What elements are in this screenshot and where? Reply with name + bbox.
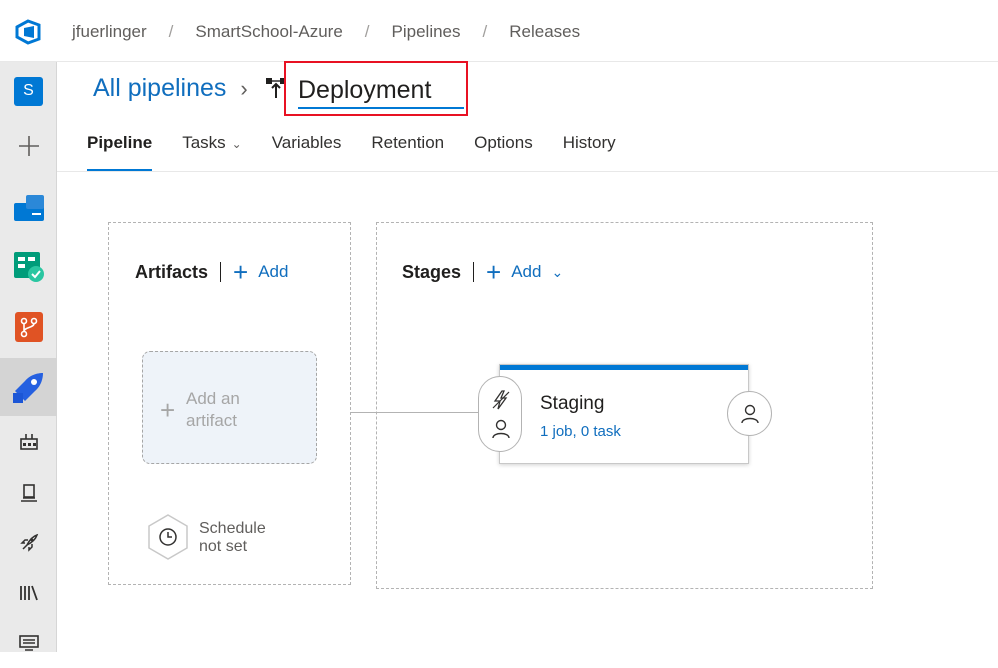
boards-icon (13, 252, 44, 282)
rail-project[interactable]: S (0, 66, 57, 116)
rail-new[interactable] (0, 121, 57, 171)
schedule-line1: Schedule (199, 520, 266, 537)
plus-icon: + (160, 395, 176, 425)
tab-label: Retention (371, 133, 445, 152)
tab-history[interactable]: History (563, 133, 616, 171)
schedule-clock-icon[interactable] (146, 513, 190, 561)
rail-task-groups[interactable] (0, 618, 57, 668)
tab-label: History (562, 133, 616, 152)
chevron-down-icon: ⌄ (231, 137, 242, 151)
person-icon (741, 404, 759, 424)
person-icon (492, 419, 510, 439)
tab-label: Variables (271, 133, 342, 152)
all-pipelines-link[interactable]: All pipelines (93, 74, 226, 103)
pipelines-icon (12, 373, 43, 403)
rocket-icon (19, 533, 38, 552)
rail-releases[interactable] (0, 518, 57, 568)
breadcrumb-separator: / (364, 22, 370, 41)
left-nav-rail: S (0, 62, 57, 652)
top-bar: jfuerlinger / SmartSchool-Azure / Pipeli… (0, 0, 998, 62)
project-avatar: S (14, 76, 43, 106)
tabs-divider (57, 171, 998, 172)
rail-boards[interactable] (0, 242, 57, 292)
pipeline-tabs: Pipeline Tasks ⌄ Variables Retention Opti… (87, 133, 646, 171)
add-artifact-text: Add an artifact (186, 388, 240, 432)
release-pipeline-icon (265, 77, 286, 98)
post-deployment-conditions[interactable] (727, 391, 772, 436)
azure-devops-logo-icon[interactable] (15, 19, 41, 45)
breadcrumb-item-org[interactable]: jfuerlinger (72, 22, 147, 42)
add-artifact-link[interactable]: + Add (233, 259, 288, 285)
plus-icon: + (233, 257, 249, 287)
tab-label: Options (474, 133, 533, 152)
pre-deployment-conditions[interactable] (478, 376, 522, 452)
pipeline-name-input[interactable] (298, 73, 464, 109)
add-label: Add (511, 262, 542, 281)
tab-variables[interactable]: Variables (272, 133, 342, 171)
stage-name[interactable]: Staging (540, 393, 604, 415)
task-groups-icon (18, 635, 39, 651)
repos-icon (14, 312, 43, 342)
stage-accent-bar (500, 365, 748, 370)
stages-header: Stages + Add ⌄ (402, 259, 563, 285)
library-icon (19, 585, 38, 601)
breadcrumb-separator: / (482, 22, 488, 41)
stage-card-staging[interactable]: Staging 1 job, 0 task (499, 364, 749, 464)
add-artifact-line1: Add an (186, 389, 240, 408)
artifacts-title: Artifacts (135, 261, 209, 282)
add-stage-link[interactable]: + Add ⌄ (486, 259, 563, 285)
tab-label: Pipeline (87, 133, 153, 152)
tab-tasks[interactable]: Tasks ⌄ (182, 133, 242, 171)
overview-icon (13, 195, 44, 221)
schedule-line2: not set (199, 538, 248, 555)
stage-summary-link[interactable]: 1 job, 0 task (540, 423, 621, 440)
breadcrumb-item-pipelines[interactable]: Pipelines (392, 22, 461, 42)
page-title-row: All pipelines › (93, 74, 294, 103)
rail-overview[interactable] (0, 182, 57, 232)
add-artifact-card[interactable]: + Add an artifact (142, 351, 317, 464)
rail-library[interactable] (0, 568, 57, 618)
environments-icon (20, 484, 37, 502)
tab-pipeline[interactable]: Pipeline (87, 133, 153, 171)
pipelines-sub-icon (19, 434, 38, 450)
chevron-right-icon: › (240, 75, 248, 101)
rail-repos[interactable] (0, 302, 57, 352)
artifacts-header: Artifacts + Add (135, 259, 288, 285)
add-artifact-line2: artifact (186, 411, 238, 430)
tab-options[interactable]: Options (474, 133, 533, 171)
breadcrumb-item-project[interactable]: SmartSchool-Azure (195, 22, 342, 42)
breadcrumb: jfuerlinger / SmartSchool-Azure / Pipeli… (72, 22, 580, 42)
schedule-status[interactable]: Schedule not set (199, 520, 266, 556)
lightning-icon (492, 390, 510, 410)
add-label: Add (258, 262, 289, 281)
tab-label: Tasks (182, 133, 226, 152)
rail-environments[interactable] (0, 468, 57, 518)
divider (473, 262, 475, 282)
rail-pipelines[interactable] (0, 358, 57, 416)
chevron-down-icon: ⌄ (551, 263, 564, 280)
breadcrumb-item-releases[interactable]: Releases (509, 22, 580, 42)
plus-icon (18, 136, 39, 156)
breadcrumb-separator: / (168, 22, 174, 41)
rail-sub-pipelines[interactable] (0, 416, 57, 466)
tab-retention[interactable]: Retention (371, 133, 444, 171)
divider (220, 262, 222, 282)
plus-icon: + (486, 257, 502, 287)
stages-title: Stages (402, 261, 462, 282)
